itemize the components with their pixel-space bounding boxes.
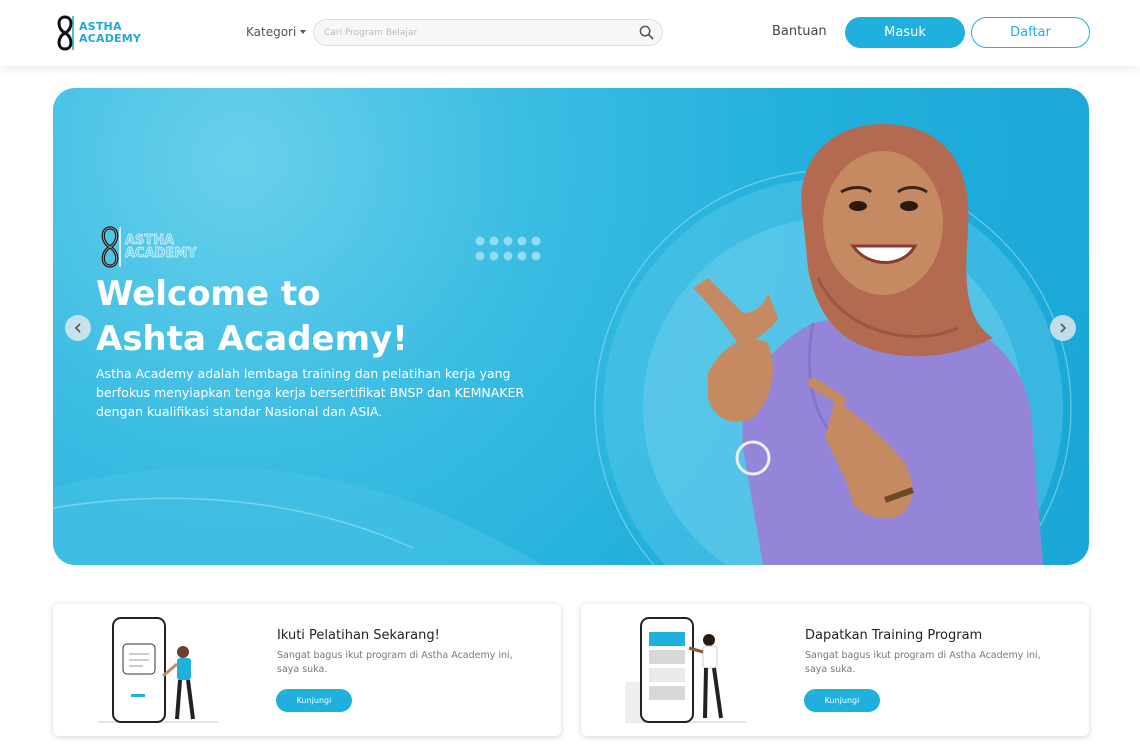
top-navbar: ASTHA ACADEMY Kategori Bantuan Masuk Daf… — [0, 0, 1140, 66]
kunjungi-button[interactable]: Kunjungi — [276, 689, 352, 712]
search-input[interactable] — [324, 25, 634, 41]
kategori-label: Kategori — [246, 25, 297, 39]
hero-title: Welcome to Ashta Academy! — [96, 274, 408, 359]
carousel-next-button[interactable] — [1050, 315, 1076, 341]
kunjungi-button[interactable]: Kunjungi — [804, 689, 880, 712]
logo-mark-icon — [57, 15, 74, 51]
hero-description: Astha Academy adalah lembaga training da… — [96, 366, 525, 419]
bantuan-link[interactable]: Bantuan — [772, 24, 827, 39]
carousel-prev-button[interactable] — [65, 315, 91, 341]
promo-card: Ikuti Pelatihan Sekarang! Sangat bagus i… — [53, 604, 561, 736]
astha-academy-logo[interactable]: ASTHA ACADEMY — [54, 14, 146, 52]
hero-logo-wordmark: ASTHA ACADEMY — [125, 233, 197, 261]
promo-card: Dapatkan Training Program Sangat bagus i… — [581, 604, 1089, 736]
phone-illustration-image — [98, 617, 218, 723]
search-icon[interactable] — [639, 25, 654, 40]
card-description: Sangat bagus ikut program di Astha Acade… — [277, 650, 513, 675]
chevron-left-icon — [74, 323, 81, 333]
dot-pattern-decoration — [475, 236, 541, 261]
chevron-right-icon — [1060, 323, 1067, 333]
daftar-button[interactable]: Daftar — [971, 17, 1090, 48]
search-bar — [313, 19, 663, 46]
kategori-dropdown[interactable]: Kategori — [246, 25, 307, 39]
card-title: Dapatkan Training Program — [805, 628, 983, 643]
hero-person-image — [693, 124, 1043, 565]
logo-mark-icon — [101, 226, 121, 268]
hero-carousel: ASTHA ACADEMY Welcome to Ashta Academy! … — [53, 88, 1089, 565]
logo-wordmark: ASTHA ACADEMY — [79, 20, 142, 45]
caret-down-icon — [300, 30, 307, 34]
phone-illustration-image — [625, 617, 746, 723]
card-title: Ikuti Pelatihan Sekarang! — [277, 628, 440, 643]
hero-logo: ASTHA ACADEMY — [97, 224, 207, 270]
card-description: Sangat bagus ikut program di Astha Acade… — [805, 650, 1041, 675]
masuk-button[interactable]: Masuk — [845, 17, 965, 48]
